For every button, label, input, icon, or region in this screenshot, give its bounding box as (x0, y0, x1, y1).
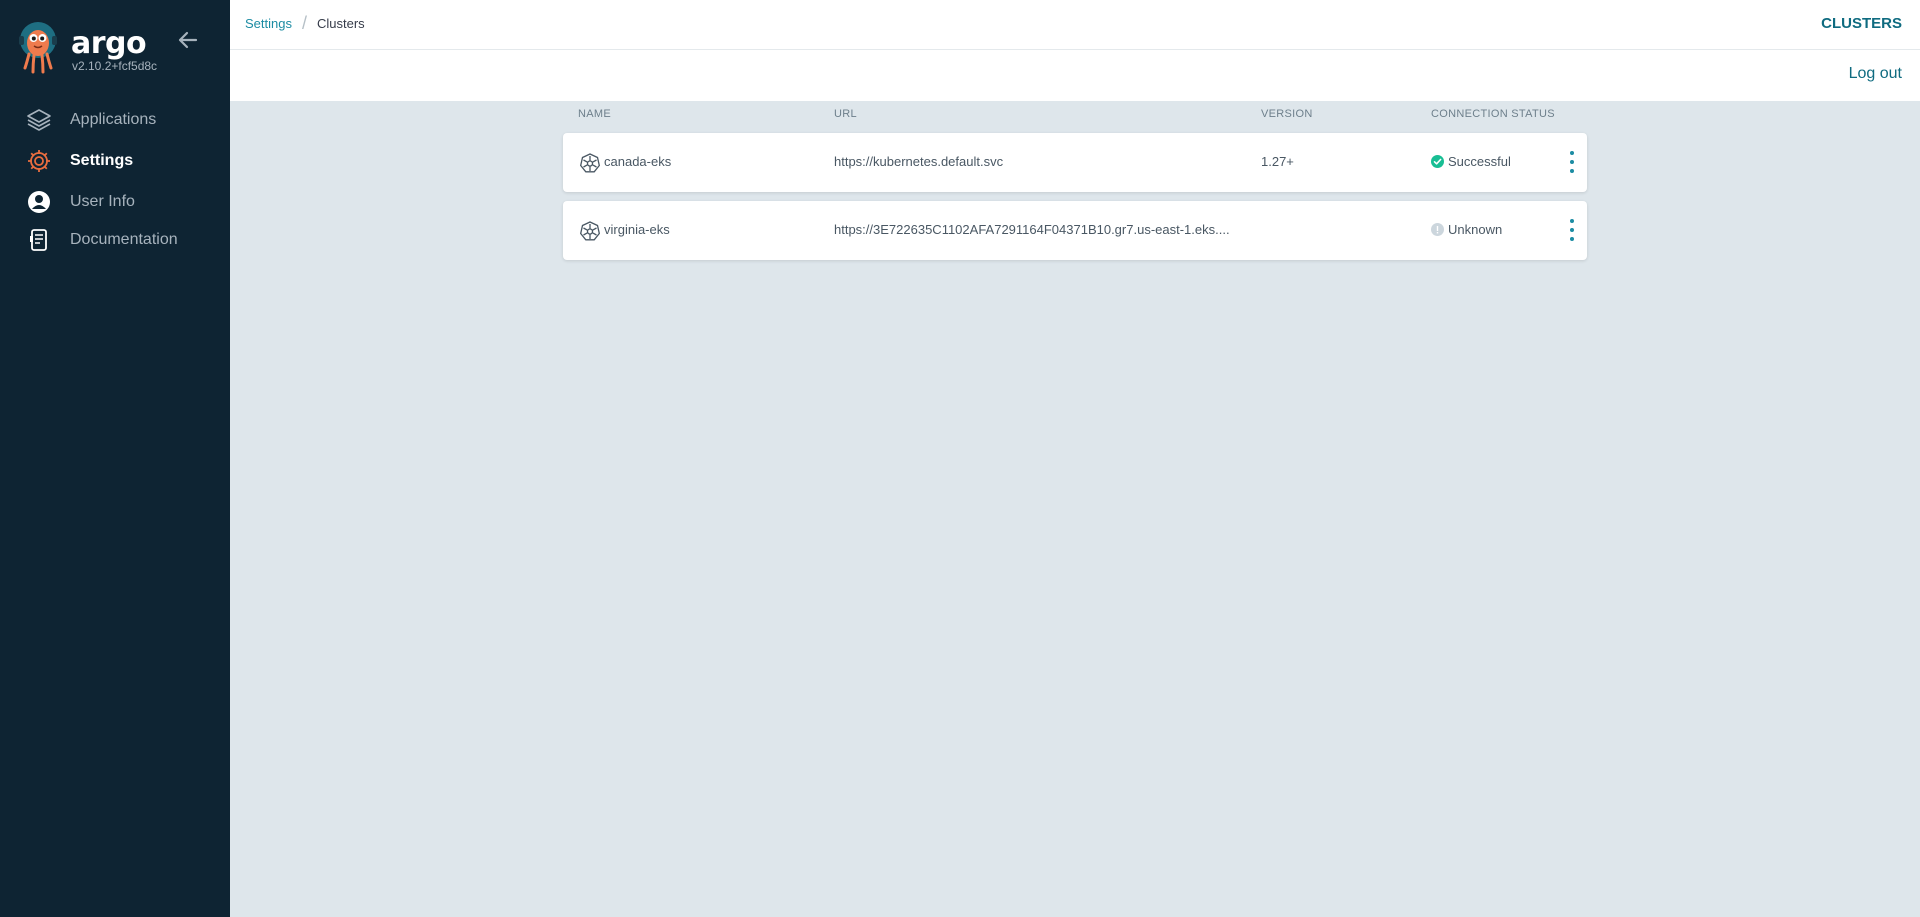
breadcrumb: Settings / Clusters (245, 13, 365, 33)
cluster-url: https://kubernetes.default.svc (834, 154, 1004, 169)
breadcrumb-current: Clusters (317, 16, 365, 31)
book-icon (26, 227, 52, 253)
clusters-table: NAME URL VERSION CONNECTION STATUS canad… (563, 108, 1587, 260)
check-circle-icon (1431, 155, 1444, 168)
action-bar: Log out (230, 50, 1920, 101)
app-version: v2.10.2+fcf5d8c (72, 59, 158, 73)
logout-button[interactable]: Log out (1849, 65, 1902, 83)
column-header-name: NAME (578, 108, 611, 120)
argo-octopus-logo-icon (19, 22, 57, 74)
sidebar-item-user-info[interactable]: User Info (0, 182, 135, 222)
kebab-dot-icon (1570, 151, 1574, 155)
row-actions-menu-button[interactable] (1565, 219, 1579, 241)
gear-icon (26, 148, 52, 174)
column-header-status: CONNECTION STATUS (1431, 108, 1555, 120)
arrow-left-icon (178, 31, 198, 49)
kebab-dot-icon (1570, 237, 1574, 241)
user-circle-icon (26, 189, 52, 215)
connection-status-label: Successful (1448, 154, 1511, 169)
sidebar-item-applications[interactable]: Applications (0, 100, 156, 140)
unknown-status-icon (1431, 223, 1444, 236)
sidebar-item-label: Applications (70, 111, 157, 128)
top-bar: Settings / Clusters CLUSTERS (230, 0, 1920, 50)
sidebar-item-label: Settings (70, 152, 134, 169)
breadcrumb-settings-link[interactable]: Settings (245, 16, 292, 31)
column-header-version: VERSION (1261, 108, 1313, 120)
kebab-dot-icon (1570, 228, 1574, 232)
row-actions-menu-button[interactable] (1565, 151, 1579, 173)
kebab-dot-icon (1570, 160, 1574, 164)
sidebar-item-label: Documentation (70, 231, 178, 248)
kebab-dot-icon (1570, 169, 1574, 173)
cluster-icon (579, 153, 601, 173)
table-header: NAME URL VERSION CONNECTION STATUS (563, 108, 1587, 132)
cluster-name: canada-eks (604, 154, 672, 169)
cluster-version: 1.27+ (1261, 154, 1294, 169)
column-header-url: URL (834, 108, 857, 120)
page-title: CLUSTERS (1821, 15, 1902, 32)
connection-status-label: Unknown (1448, 222, 1503, 237)
sidebar-item-settings[interactable]: Settings (0, 141, 133, 181)
breadcrumb-separator: / (301, 13, 307, 33)
connection-status: Successful (1431, 154, 1511, 169)
collapse-sidebar-button[interactable] (176, 28, 200, 52)
sidebar-item-documentation[interactable]: Documentation (0, 220, 178, 260)
kebab-dot-icon (1570, 219, 1574, 223)
connection-status: Unknown (1431, 222, 1502, 237)
cluster-name: virginia-eks (604, 222, 670, 237)
sidebar-item-label: User Info (70, 193, 135, 210)
sidebar: argo v2.10.2+fcf5d8c Applications Settin… (0, 0, 230, 917)
cluster-icon (579, 221, 601, 241)
table-row[interactable]: canada-eks https://kubernetes.default.sv… (563, 133, 1587, 192)
cluster-url: https://3E722635C1102AFA7291164F04371B10… (834, 222, 1230, 237)
app-name: argo (71, 26, 147, 61)
layers-icon (26, 107, 52, 133)
table-row[interactable]: virginia-eks https://3E722635C1102AFA729… (563, 201, 1587, 260)
